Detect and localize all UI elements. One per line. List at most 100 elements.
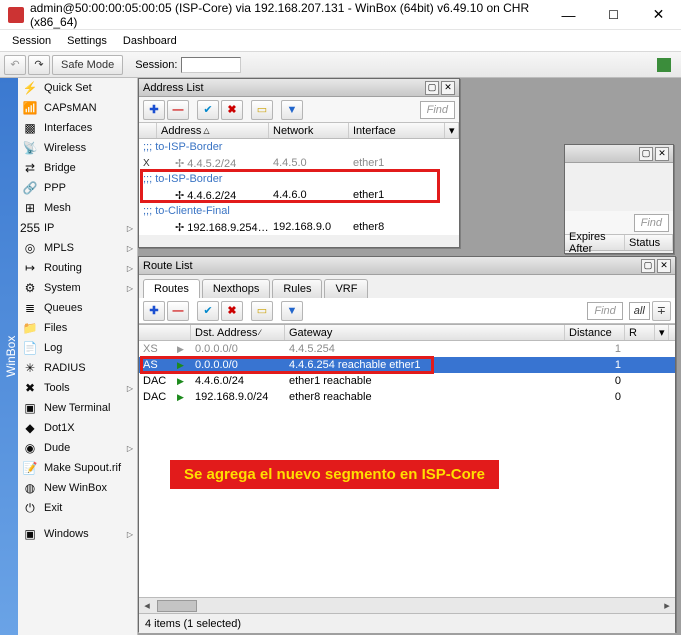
- col-flag[interactable]: [139, 123, 157, 138]
- scroll-left-icon[interactable]: ◂: [139, 599, 155, 612]
- address-find-input[interactable]: Find: [420, 101, 455, 119]
- sidebar-item-dude[interactable]: ◉Dude▷: [18, 438, 137, 458]
- address-comment-row[interactable]: ;;; to-ISP-Border: [139, 139, 459, 155]
- route-col-dropdown-icon[interactable]: ▾: [655, 325, 669, 340]
- sidebar-item-windows[interactable]: ▣Windows▷: [18, 524, 137, 544]
- sidebar-item-tools[interactable]: ✖Tools▷: [18, 378, 137, 398]
- sidebar-item-label: MPLS: [44, 242, 74, 254]
- disable-button[interactable]: ✖: [221, 100, 243, 120]
- sidebar-item-radius[interactable]: ✳ RADIUS: [18, 358, 137, 378]
- sidebar-item-ip[interactable]: 255IP▷: [18, 218, 137, 238]
- route-filter-button[interactable]: ▼: [281, 301, 303, 321]
- sidebar-item-capsman[interactable]: 📶CAPsMAN: [18, 98, 137, 118]
- route-col-dist[interactable]: Distance: [565, 325, 625, 340]
- address-comment-row[interactable]: ;;; to-Cliente-Final: [139, 203, 459, 219]
- sidebar-item-quick-set[interactable]: ⚡Quick Set: [18, 78, 137, 98]
- sidebar-item-dot1x[interactable]: ◆Dot1X: [18, 418, 137, 438]
- sidebar-item-routing[interactable]: ↦Routing▷: [18, 258, 137, 278]
- address-row[interactable]: X✢ 4.4.5.2/244.4.5.0ether1: [139, 155, 459, 171]
- sidebar-item-mpls[interactable]: ◎MPLS▷: [18, 238, 137, 258]
- route-row[interactable]: AS▶0.0.0.0/04.4.6.254 reachable ether11: [139, 357, 675, 373]
- mdi-area: ▢ ✕ Find Expires After Status Address Li…: [138, 78, 681, 635]
- route-all-dropdown[interactable]: all: [629, 302, 650, 320]
- sidebar-item-queues[interactable]: ≣Queues: [18, 298, 137, 318]
- tab-routes[interactable]: Routes: [143, 279, 200, 298]
- route-col-flag[interactable]: [139, 325, 191, 340]
- route-row[interactable]: DAC▶4.4.6.0/24ether1 reachable0: [139, 373, 675, 389]
- route-comment-button[interactable]: ▭: [251, 301, 273, 321]
- add-button[interactable]: ✚: [143, 100, 165, 120]
- redo-button[interactable]: ↷: [28, 55, 50, 75]
- route-remove-button[interactable]: —: [167, 301, 189, 321]
- lease-close-button[interactable]: ✕: [655, 147, 669, 161]
- route-col-dst[interactable]: Dst. Address ∕: [191, 325, 285, 340]
- col-address[interactable]: Address △: [157, 123, 269, 138]
- sidebar-item-exit[interactable]: ⏻Exit: [18, 498, 137, 518]
- undo-button[interactable]: ↶: [4, 55, 26, 75]
- address-comment-row[interactable]: ;;; to-ISP-Border: [139, 171, 459, 187]
- sidebar-item-new-terminal[interactable]: ▣New Terminal: [18, 398, 137, 418]
- sidebar-item-mesh[interactable]: ⊞Mesh: [18, 198, 137, 218]
- tab-rules[interactable]: Rules: [272, 279, 322, 298]
- session-input[interactable]: [181, 57, 241, 73]
- sidebar-item-log[interactable]: 📄Log: [18, 338, 137, 358]
- comment-button[interactable]: ▭: [251, 100, 273, 120]
- sidebar-item-wireless[interactable]: 📡Wireless: [18, 138, 137, 158]
- tab-nexthops[interactable]: Nexthops: [202, 279, 270, 298]
- route-disable-button[interactable]: ✖: [221, 301, 243, 321]
- col-status[interactable]: Status: [625, 235, 673, 250]
- col-network[interactable]: Network: [269, 123, 349, 138]
- minimize-button[interactable]: —: [546, 0, 591, 30]
- col-expires[interactable]: Expires After: [565, 235, 625, 250]
- lease-window[interactable]: ▢ ✕ Find Expires After Status: [564, 144, 674, 254]
- remove-button[interactable]: —: [167, 100, 189, 120]
- sidebar-item-interfaces[interactable]: ▩Interfaces: [18, 118, 137, 138]
- col-interface[interactable]: Interface: [349, 123, 445, 138]
- route-add-button[interactable]: ✚: [143, 301, 165, 321]
- scroll-thumb[interactable]: [157, 600, 197, 612]
- lease-restore-button[interactable]: ▢: [639, 147, 653, 161]
- sidebar-item-make-supout-rif[interactable]: 📝Make Supout.rif: [18, 458, 137, 478]
- close-button[interactable]: ✕: [636, 0, 681, 30]
- menu-settings[interactable]: Settings: [59, 33, 115, 49]
- lease-window-title[interactable]: ▢ ✕: [565, 145, 673, 163]
- route-list-window[interactable]: Route List ▢ ✕ Routes Nexthops Rules VRF…: [138, 256, 676, 632]
- route-col-gw[interactable]: Gateway: [285, 325, 565, 340]
- route-all-expand-button[interactable]: ∓: [652, 301, 671, 321]
- sidebar-item-label: Wireless: [44, 142, 86, 154]
- sidebar-item-bridge[interactable]: ⇄Bridge: [18, 158, 137, 178]
- menu-session[interactable]: Session: [4, 33, 59, 49]
- address-row[interactable]: ✢ 192.168.9.254…192.168.9.0ether8: [139, 219, 459, 235]
- route-restore-button[interactable]: ▢: [641, 259, 655, 273]
- tab-vrf[interactable]: VRF: [324, 279, 368, 298]
- sidebar-icon: ✖: [22, 380, 38, 396]
- address-row[interactable]: ✢ 4.4.6.2/244.4.6.0ether1: [139, 187, 459, 203]
- lease-find-input[interactable]: Find: [634, 214, 669, 232]
- safe-mode-button[interactable]: Safe Mode: [52, 55, 123, 75]
- sidebar-item-ppp[interactable]: 🔗PPP: [18, 178, 137, 198]
- address-restore-button[interactable]: ▢: [425, 81, 439, 95]
- address-window-title[interactable]: Address List ▢ ✕: [139, 79, 459, 97]
- col-dropdown-icon[interactable]: ▾: [445, 123, 459, 138]
- route-col-r[interactable]: R: [625, 325, 655, 340]
- sidebar-item-files[interactable]: 📁Files: [18, 318, 137, 338]
- sidebar-icon: ✳: [22, 360, 38, 376]
- route-enable-button[interactable]: ✔: [197, 301, 219, 321]
- route-find-input[interactable]: Find: [587, 302, 622, 320]
- filter-button[interactable]: ▼: [281, 100, 303, 120]
- route-close-button[interactable]: ✕: [657, 259, 671, 273]
- sidebar-item-label: RADIUS: [44, 362, 86, 374]
- maximize-button[interactable]: ☐: [591, 0, 636, 30]
- route-row[interactable]: DAC▶192.168.9.0/24ether8 reachable0: [139, 389, 675, 405]
- route-hscroll[interactable]: ◂ ▸: [139, 597, 675, 613]
- address-close-button[interactable]: ✕: [441, 81, 455, 95]
- route-window-title[interactable]: Route List ▢ ✕: [139, 257, 675, 275]
- sidebar-item-system[interactable]: ⚙System▷: [18, 278, 137, 298]
- scroll-right-icon[interactable]: ▸: [659, 599, 675, 612]
- enable-button[interactable]: ✔: [197, 100, 219, 120]
- address-list-window[interactable]: Address List ▢ ✕ ✚ — ✔ ✖ ▭ ▼ Find: [138, 78, 460, 248]
- route-row[interactable]: XS▶0.0.0.0/04.4.5.2541: [139, 341, 675, 357]
- titlebar: admin@50:00:00:05:00:05 (ISP-Core) via 1…: [0, 0, 681, 30]
- menu-dashboard[interactable]: Dashboard: [115, 33, 185, 49]
- sidebar-item-new-winbox[interactable]: ◍New WinBox: [18, 478, 137, 498]
